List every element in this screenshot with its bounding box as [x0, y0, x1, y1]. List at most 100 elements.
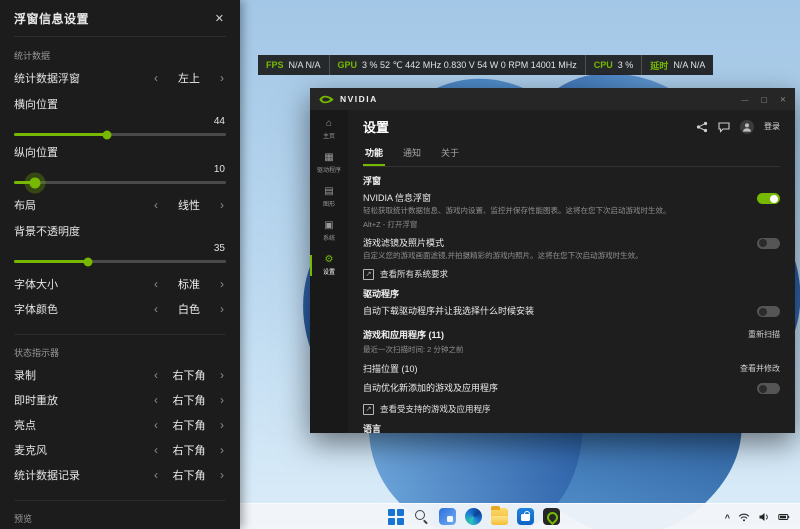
setting-text: 自动优化新添加的游戏及应用程序 — [363, 381, 757, 396]
avatar[interactable] — [740, 120, 754, 134]
next-arrow-icon[interactable]: › — [218, 444, 226, 456]
tab-features[interactable]: 功能 — [363, 144, 385, 166]
value-stepper: ‹ 线性 › — [152, 197, 226, 213]
minimize-icon[interactable]: — — [741, 95, 749, 104]
next-arrow-icon[interactable]: › — [218, 469, 226, 481]
auto-optimize-toggle[interactable] — [757, 383, 780, 394]
next-arrow-icon[interactable]: › — [218, 303, 226, 315]
scan-location-label: 扫描位置 (10) — [363, 362, 418, 375]
perf-group-fps: FPS N/A N/A — [258, 55, 330, 75]
widgets-icon[interactable] — [439, 508, 456, 525]
system-requirements-link[interactable]: ↗ 查看所有系统要求 — [363, 268, 780, 280]
prev-arrow-icon[interactable]: ‹ — [152, 394, 160, 406]
prev-arrow-icon[interactable]: ‹ — [152, 303, 160, 315]
game-filters-toggle[interactable] — [757, 238, 780, 249]
next-arrow-icon[interactable]: › — [218, 419, 226, 431]
value-stepper: ‹ 标准 › — [152, 276, 226, 292]
supported-games-link[interactable]: ↗ 查看受支持的游戏及应用程序 — [363, 403, 780, 415]
volume-icon[interactable] — [758, 511, 770, 523]
feedback-icon[interactable] — [718, 121, 730, 133]
setting-value: 标准 — [169, 276, 209, 292]
window-titlebar[interactable]: NVIDIA — ▢ ✕ — [310, 88, 795, 110]
prev-arrow-icon[interactable]: ‹ — [152, 419, 160, 431]
section-label-stats: 统计数据 — [14, 49, 226, 62]
setting-label: 录制 — [14, 367, 36, 383]
slider-fill — [14, 260, 88, 263]
vertical-position-slider[interactable] — [14, 181, 226, 184]
setting-label: 布局 — [14, 197, 36, 213]
bg-opacity-slider[interactable] — [14, 260, 226, 263]
slider-handle[interactable] — [103, 130, 112, 139]
file-explorer-icon[interactable] — [491, 508, 508, 525]
nvidia-app-window: NVIDIA — ▢ ✕ ⌂ 主页 ▦ 驱动程序 ▤ 图形 — [310, 88, 795, 433]
next-arrow-icon[interactable]: › — [218, 394, 226, 406]
sidebar-item-graphics[interactable]: ▤ 图形 — [310, 184, 348, 211]
prev-arrow-icon[interactable]: ‹ — [152, 444, 160, 456]
setting-row-stats-log: 统计数据记录 ‹ 右下角 › — [14, 462, 226, 487]
perf-label: CPU — [594, 60, 613, 70]
setting-row-horizontal-position: 横向位置 44 — [14, 96, 226, 136]
value-stepper: ‹ 右下角 › — [152, 442, 226, 458]
prev-arrow-icon[interactable]: ‹ — [152, 469, 160, 481]
auto-download-toggle[interactable] — [757, 306, 780, 317]
toggle-knob — [770, 195, 778, 203]
perf-group-latency: 延时 N/A N/A — [642, 55, 713, 75]
last-scan-text: 最近一次扫描时间: 2 分钟之前 — [363, 344, 780, 355]
gear-icon: ⚙ — [325, 255, 334, 265]
prev-arrow-icon[interactable]: ‹ — [152, 72, 160, 84]
close-icon[interactable]: ✕ — [780, 95, 786, 104]
sidebar-item-settings[interactable]: ⚙ 设置 — [310, 252, 348, 279]
tab-about[interactable]: 关于 — [439, 144, 461, 166]
search-icon[interactable] — [413, 508, 430, 525]
microsoft-store-icon[interactable] — [517, 508, 534, 525]
edge-browser-icon[interactable] — [465, 508, 482, 525]
value-stepper: ‹ 右下角 › — [152, 367, 226, 383]
toggle-knob — [759, 308, 767, 316]
section-heading-games: 游戏和应用程序 (11) — [363, 328, 444, 341]
next-arrow-icon[interactable]: › — [218, 72, 226, 84]
setting-title: 自动下载驱动程序并让我选择什么时候安装 — [363, 304, 745, 317]
close-icon[interactable]: ✕ — [213, 10, 226, 27]
prev-arrow-icon[interactable]: ‹ — [152, 278, 160, 290]
tab-notifications[interactable]: 通知 — [401, 144, 423, 166]
screen: FPS N/A N/A GPU 3 % 52 ℃ 442 MHz 0.830 V… — [0, 0, 800, 529]
overlay-toggle[interactable] — [757, 193, 780, 204]
horizontal-position-slider[interactable] — [14, 133, 226, 136]
setting-row-highlights: 亮点 ‹ 右下角 › — [14, 412, 226, 437]
sidebar-item-system[interactable]: ▣ 系统 — [310, 218, 348, 245]
slider-value: 10 — [15, 164, 225, 175]
sidebar-item-home[interactable]: ⌂ 主页 — [310, 116, 348, 143]
next-arrow-icon[interactable]: › — [218, 369, 226, 381]
start-button[interactable] — [388, 509, 404, 525]
slider-handle[interactable] — [30, 177, 41, 188]
setting-row-stats-overlay: 统计数据浮窗 ‹ 左上 › — [14, 65, 226, 90]
setting-row-instant-replay: 即时重放 ‹ 右下角 › — [14, 387, 226, 412]
sidebar-item-label: 系统 — [323, 233, 335, 242]
settings-tabs: 功能 通知 关于 — [363, 144, 780, 167]
slider-handle[interactable] — [84, 257, 93, 266]
sign-in-label[interactable]: 登录 — [764, 121, 780, 132]
rescan-button[interactable]: 重新扫描 — [748, 329, 780, 340]
tray-chevron-up-icon[interactable]: ^ — [725, 513, 730, 523]
setting-label: 统计数据记录 — [14, 467, 80, 483]
games-section-header: 游戏和应用程序 (11) 重新扫描 — [363, 328, 780, 341]
share-icon[interactable] — [696, 121, 708, 133]
nvidia-app-taskbar-icon[interactable] — [543, 508, 560, 525]
setting-text: 自动下载驱动程序并让我选择什么时候安装 — [363, 304, 757, 319]
sidebar-item-drivers[interactable]: ▦ 驱动程序 — [310, 150, 348, 177]
slider-value: 35 — [15, 243, 225, 254]
next-arrow-icon[interactable]: › — [218, 278, 226, 290]
maximize-icon[interactable]: ▢ — [761, 95, 768, 104]
prev-arrow-icon[interactable]: ‹ — [152, 199, 160, 211]
view-modify-button[interactable]: 查看并修改 — [740, 363, 780, 374]
next-arrow-icon[interactable]: › — [218, 199, 226, 211]
setting-label: 字体颜色 — [14, 301, 58, 317]
perf-label: GPU — [338, 60, 358, 70]
setting-value: 白色 — [169, 301, 209, 317]
value-stepper: ‹ 右下角 › — [152, 392, 226, 408]
perf-values: N/A N/A — [289, 60, 321, 70]
perf-label: 延时 — [650, 59, 668, 72]
wifi-icon[interactable] — [738, 511, 750, 523]
battery-icon[interactable] — [778, 511, 790, 523]
prev-arrow-icon[interactable]: ‹ — [152, 369, 160, 381]
